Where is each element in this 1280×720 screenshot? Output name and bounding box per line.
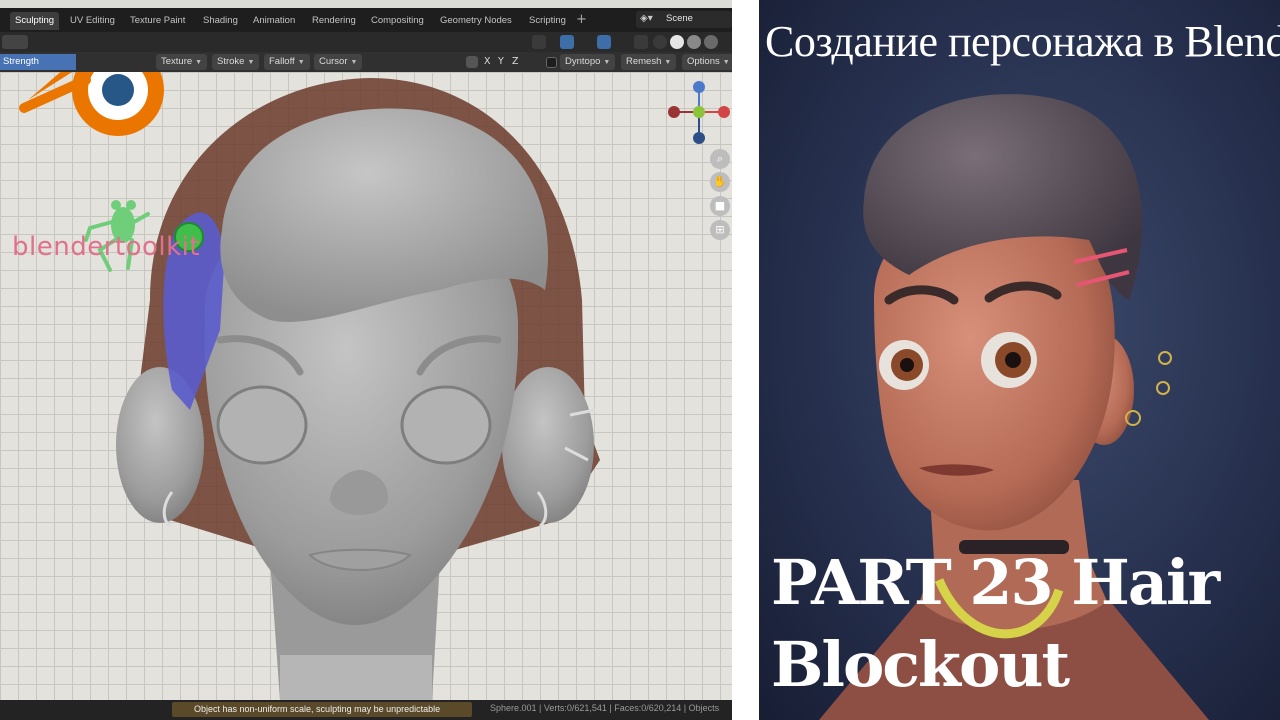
chevron-down-icon: ▼ <box>247 59 255 66</box>
stroke-label: Stroke <box>217 56 245 67</box>
add-workspace-icon[interactable]: + <box>576 12 587 27</box>
chevron-down-icon: ▼ <box>350 59 358 66</box>
tool-settings-bar: Strength Texture ▼ Stroke ▼ Falloff ▼ Curso… <box>0 52 732 72</box>
rendered-shading-icon[interactable] <box>704 35 718 49</box>
dyntopo-dropdown[interactable]: Dyntopo ▼ <box>560 54 616 70</box>
status-warning: Object has non-uniform scale, sculpting … <box>172 702 472 717</box>
options-dropdown[interactable]: Options ▼ <box>682 54 732 70</box>
texture-label: Texture <box>161 56 193 67</box>
overlay-toggle-icon[interactable] <box>597 35 611 49</box>
pan-hand-icon[interactable]: ✋ <box>710 172 730 192</box>
scene-label: Scene <box>666 13 693 24</box>
remesh-dropdown[interactable]: Remesh ▼ <box>621 54 677 70</box>
solid-shading-icon[interactable] <box>670 35 684 49</box>
chevron-down-icon: ▼ <box>195 59 203 66</box>
stroke-dropdown[interactable]: Stroke ▼ <box>212 54 260 70</box>
tab-uv-editing[interactable]: UV Editing <box>65 12 120 30</box>
scene-icon: ◈▾ <box>640 13 653 24</box>
visibility-icon[interactable] <box>532 35 546 49</box>
remesh-label: Remesh <box>626 56 662 67</box>
gizmo-toggle-icon[interactable] <box>560 35 574 49</box>
xray-icon[interactable] <box>634 35 648 49</box>
3d-viewport[interactable]: blendertoolkit ⌕ ✋ ■ ⊞ <box>0 72 732 700</box>
tab-sculpting[interactable]: Sculpting <box>10 12 60 30</box>
scene-statistics: Sphere.001 | Verts:0/621,541 | Faces:0/6… <box>490 703 720 713</box>
sculpt-model <box>19 72 730 700</box>
thumbnail-panel: Создание персонажа в Blender PART 23 Hai… <box>759 0 1280 720</box>
cursor-dropdown[interactable]: Cursor ▼ <box>314 54 363 70</box>
viewport-header <box>0 32 732 52</box>
grid-toggle-icon[interactable]: ⊞ <box>710 220 730 240</box>
tab-scripting[interactable]: Scripting <box>524 12 571 30</box>
texture-dropdown[interactable]: Texture ▼ <box>156 54 208 70</box>
tab-rendering[interactable]: Rendering <box>307 12 361 30</box>
symmetry-axis-x[interactable]: X <box>484 54 491 70</box>
symmetry-axis-z[interactable]: Z <box>512 54 519 70</box>
thumbnail-title: Создание персонажа в Blender <box>765 17 1280 66</box>
dyntopo-label: Dyntopo <box>565 56 601 67</box>
wireframe-shading-icon[interactable] <box>653 35 667 49</box>
cursor-label: Cursor <box>319 56 348 67</box>
dyntopo-checkbox[interactable] <box>546 57 557 68</box>
symmetry-icon <box>466 56 478 68</box>
part-line-2: Blockout <box>771 628 1070 701</box>
part-line-1: PART 23 Hair <box>771 546 1220 619</box>
tab-shading[interactable]: Shading <box>198 12 243 30</box>
falloff-label: Falloff <box>269 56 295 67</box>
tab-compositing[interactable]: Compositing <box>366 12 429 30</box>
workspace-tab-bar: Sculpting UV Editing Texture Paint Shadi… <box>0 8 732 32</box>
chevron-down-icon: ▼ <box>603 59 611 66</box>
strength-slider[interactable]: Strength <box>0 54 76 70</box>
mode-selector-icon[interactable] <box>2 35 28 49</box>
zoom-icon[interactable]: ⌕ <box>710 149 730 169</box>
watermark-text: blendertoolkit <box>12 232 201 262</box>
chevron-down-icon: ▼ <box>722 59 730 66</box>
material-shading-icon[interactable] <box>687 35 701 49</box>
tab-animation[interactable]: Animation <box>248 12 300 30</box>
symmetry-axis-y[interactable]: Y <box>498 54 504 70</box>
divider <box>732 0 759 720</box>
status-bar: Object has non-uniform scale, sculpting … <box>0 700 732 720</box>
camera-view-icon[interactable]: ■ <box>710 196 730 216</box>
falloff-dropdown[interactable]: Falloff ▼ <box>264 54 310 70</box>
tab-geometry-nodes[interactable]: Geometry Nodes <box>435 12 517 30</box>
blender-window: Sculpting UV Editing Texture Paint Shadi… <box>0 0 732 720</box>
thumbnail-part-title: PART 23 Hair Blockout <box>771 542 1220 706</box>
chevron-down-icon: ▼ <box>664 59 672 66</box>
tab-texture-paint[interactable]: Texture Paint <box>125 12 190 30</box>
options-label: Options <box>687 56 720 67</box>
scene-selector[interactable]: ◈▾ Scene <box>636 11 732 28</box>
chevron-down-icon: ▼ <box>297 59 305 66</box>
